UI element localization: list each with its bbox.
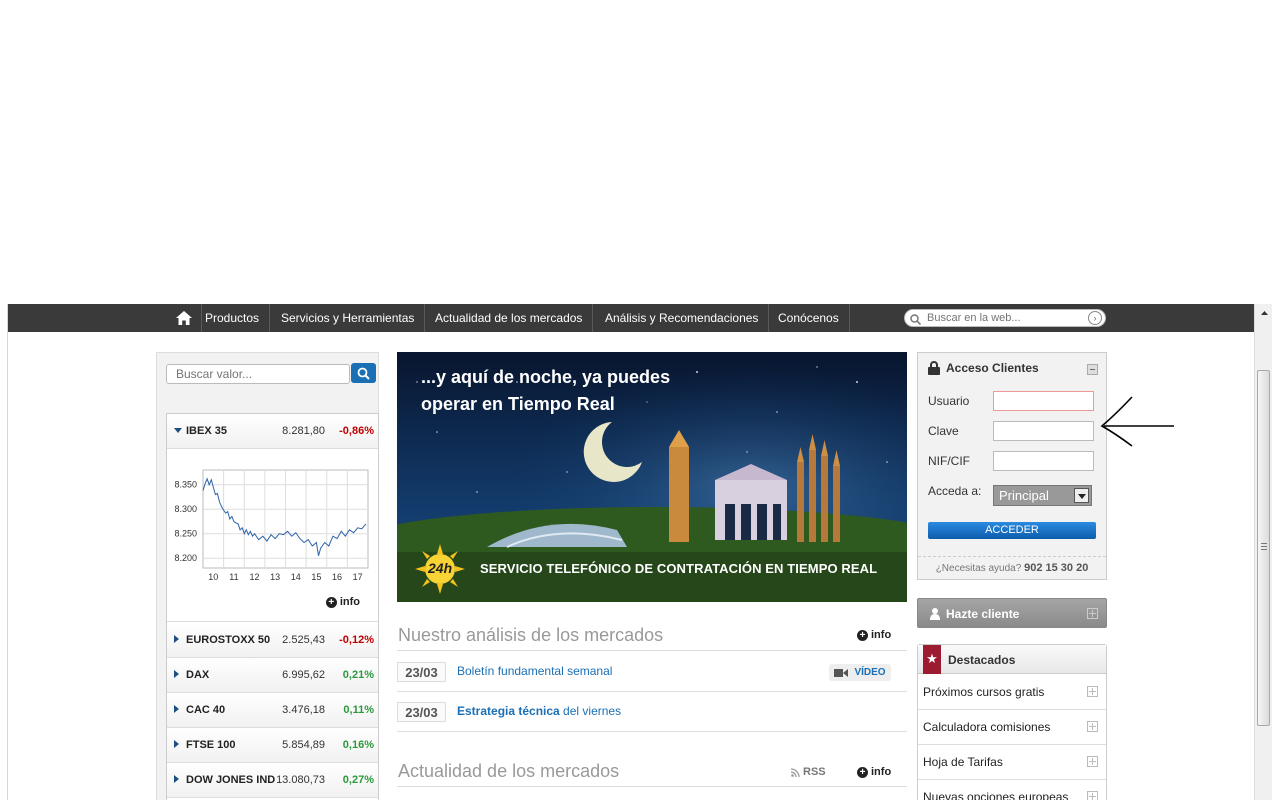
x-tick-label: 17 bbox=[353, 572, 363, 582]
expand-icon bbox=[1087, 686, 1098, 697]
banner-headline: ...y aquí de noche, ya puedes operar en … bbox=[421, 367, 671, 414]
analysis-section-title: Nuestro análisis de los mercados bbox=[398, 625, 664, 645]
scrollbar-thumb[interactable] bbox=[1257, 370, 1270, 726]
plus-icon: + bbox=[857, 766, 868, 778]
browser-viewport: Productos Servicios y Herramientas Actua… bbox=[0, 0, 1280, 800]
window-left-edge bbox=[0, 304, 8, 800]
login-submit-button[interactable]: ACCEDER bbox=[928, 522, 1096, 539]
password-input[interactable] bbox=[993, 421, 1094, 441]
access-select[interactable]: Principal bbox=[993, 485, 1092, 506]
rss-link[interactable]: RSS bbox=[791, 766, 826, 778]
nav-item-conocenos[interactable]: Conócenos bbox=[768, 304, 850, 332]
market-quotes-panel: IBEX 35 8.281,80 -0,86% 8.3508.3008.2508… bbox=[156, 352, 379, 800]
featured-item[interactable]: Próximos cursos gratis bbox=[918, 675, 1106, 710]
site-search: › bbox=[904, 309, 1106, 327]
client-login-panel: Acceso Clientes Usuario Clave NIF/CIF Ac… bbox=[917, 352, 1107, 580]
featured-header: ★ Destacados bbox=[918, 645, 1106, 674]
featured-item[interactable]: Nuevas opciones europeas bbox=[918, 780, 1106, 800]
x-tick-label: 12 bbox=[250, 572, 260, 582]
star-icon: ★ bbox=[923, 645, 941, 674]
market-list: IBEX 35 8.281,80 -0,86% 8.350 8.300 8.250 8… bbox=[166, 413, 379, 800]
analysis-item-link[interactable]: Boletín fundamental semanal bbox=[457, 664, 612, 678]
analysis-item[interactable]: 23/03 Boletín fundamental semanal VÍDEO bbox=[397, 652, 907, 692]
arrow-annotation-icon bbox=[1100, 396, 1174, 447]
nav-item-servicios[interactable]: Servicios y Herramientas bbox=[271, 304, 426, 332]
plus-icon: + bbox=[325, 596, 337, 608]
username-input[interactable] bbox=[993, 391, 1094, 411]
page-content: IBEX 35 8.281,80 -0,86% 8.3508.3008.2508… bbox=[8, 332, 1254, 800]
market-row-cac[interactable]: CAC 40 3.476,18 0,11% bbox=[167, 693, 378, 728]
x-tick-label: 15 bbox=[311, 572, 321, 582]
y-tick-label: 8.300 bbox=[174, 504, 197, 514]
login-title: Acceso Clientes bbox=[928, 361, 1039, 375]
market-row-ftse[interactable]: FTSE 100 5.854,89 0,16% bbox=[167, 728, 378, 763]
divider bbox=[397, 786, 907, 787]
quote-search bbox=[166, 364, 350, 384]
window-right-edge bbox=[1272, 304, 1280, 800]
rss-icon bbox=[791, 767, 800, 777]
chart-info-link[interactable]: + info bbox=[325, 596, 360, 608]
nav-item-actualidad[interactable]: Actualidad de los mercados bbox=[425, 304, 594, 332]
featured-item[interactable]: Hoja de Tarifas bbox=[918, 745, 1106, 780]
y-tick-label: 8.200 bbox=[174, 553, 197, 563]
x-tick-label: 11 bbox=[229, 572, 238, 582]
expand-arrow-icon bbox=[174, 670, 179, 678]
divider bbox=[397, 650, 907, 651]
market-row-dowjones[interactable]: DOW JONES IND 13.080,73 0,27% bbox=[167, 763, 378, 798]
quote-search-input[interactable] bbox=[167, 365, 349, 383]
scroll-up-arrow-icon[interactable] bbox=[1255, 304, 1273, 321]
search-icon bbox=[910, 312, 922, 330]
x-tick-label: 16 bbox=[332, 572, 342, 582]
news-info-link[interactable]: + info bbox=[857, 766, 891, 778]
nav-item-analisis[interactable]: Análisis y Recomendaciones bbox=[595, 304, 770, 332]
nav-item-productos[interactable]: Productos bbox=[195, 304, 271, 332]
news-section-title: Actualidad de los mercados bbox=[398, 761, 620, 781]
x-tick-label: 13 bbox=[270, 572, 280, 582]
expand-icon[interactable] bbox=[1087, 608, 1098, 619]
banner-service-text: SERVICIO TELEFÓNICO DE CONTRATACIÓN EN T… bbox=[480, 561, 878, 576]
quote-search-button[interactable] bbox=[351, 363, 376, 383]
ibex-chart-svg: 8.350 8.300 8.250 8.200 10 11 12 13 14 15 16 17 bbox=[174, 469, 369, 582]
chevron-down-icon bbox=[1074, 488, 1089, 503]
search-icon bbox=[357, 367, 370, 380]
help-line: ¿Necesitas ayuda? 902 15 30 20 bbox=[918, 556, 1106, 574]
video-camera-icon bbox=[834, 668, 849, 677]
ibex-intraday-chart: 8.350 8.300 8.250 8.200 10 11 12 13 14 15 16 17 + i… bbox=[167, 450, 378, 622]
expand-icon bbox=[1087, 756, 1098, 767]
promo-banner[interactable]: ...y aquí de noche, ya puedes operar en … bbox=[397, 352, 907, 602]
minimize-icon[interactable] bbox=[1087, 364, 1098, 375]
user-icon bbox=[930, 608, 940, 620]
expand-arrow-icon bbox=[174, 705, 179, 713]
analysis-item[interactable]: 23/03 Estrategia técnica del viernes bbox=[397, 692, 907, 732]
video-button[interactable]: VÍDEO bbox=[829, 664, 891, 681]
collapse-arrow-icon bbox=[174, 428, 182, 433]
expand-arrow-icon bbox=[174, 635, 179, 643]
analysis-info-link[interactable]: + info bbox=[857, 629, 891, 641]
search-go-icon[interactable]: › bbox=[1088, 311, 1102, 325]
24h-sun-badge: 24h bbox=[415, 544, 465, 594]
help-phone: 902 15 30 20 bbox=[1024, 562, 1089, 574]
featured-panel: ★ Destacados Próximos cursos gratis Calc… bbox=[917, 644, 1107, 800]
nif-input[interactable] bbox=[993, 451, 1094, 471]
expand-icon bbox=[1087, 721, 1098, 732]
y-tick-label: 8.250 bbox=[174, 529, 197, 539]
plus-icon: + bbox=[857, 629, 868, 641]
lock-icon bbox=[928, 361, 940, 375]
x-tick-label: 14 bbox=[291, 572, 301, 582]
market-row-eurostoxx[interactable]: EUROSTOXX 50 2.525,43 -0,12% bbox=[167, 623, 378, 658]
expand-arrow-icon bbox=[174, 775, 179, 783]
vertical-scrollbar[interactable] bbox=[1254, 304, 1272, 800]
main-navigation: Productos Servicios y Herramientas Actua… bbox=[8, 304, 1254, 332]
market-row-ibex[interactable]: IBEX 35 8.281,80 -0,86% bbox=[167, 414, 378, 449]
market-row-dax[interactable]: DAX 6.995,62 0,21% bbox=[167, 658, 378, 693]
analysis-item-link[interactable]: Estrategia técnica del viernes bbox=[457, 704, 621, 718]
expand-icon bbox=[1087, 791, 1098, 800]
x-tick-label: 10 bbox=[208, 572, 218, 582]
featured-item[interactable]: Calculadora comisiones bbox=[918, 710, 1106, 745]
site-search-input[interactable] bbox=[927, 311, 1077, 325]
y-tick-label: 8.350 bbox=[174, 480, 197, 490]
become-client-bar[interactable]: Hazte cliente bbox=[917, 598, 1107, 628]
expand-arrow-icon bbox=[174, 740, 179, 748]
